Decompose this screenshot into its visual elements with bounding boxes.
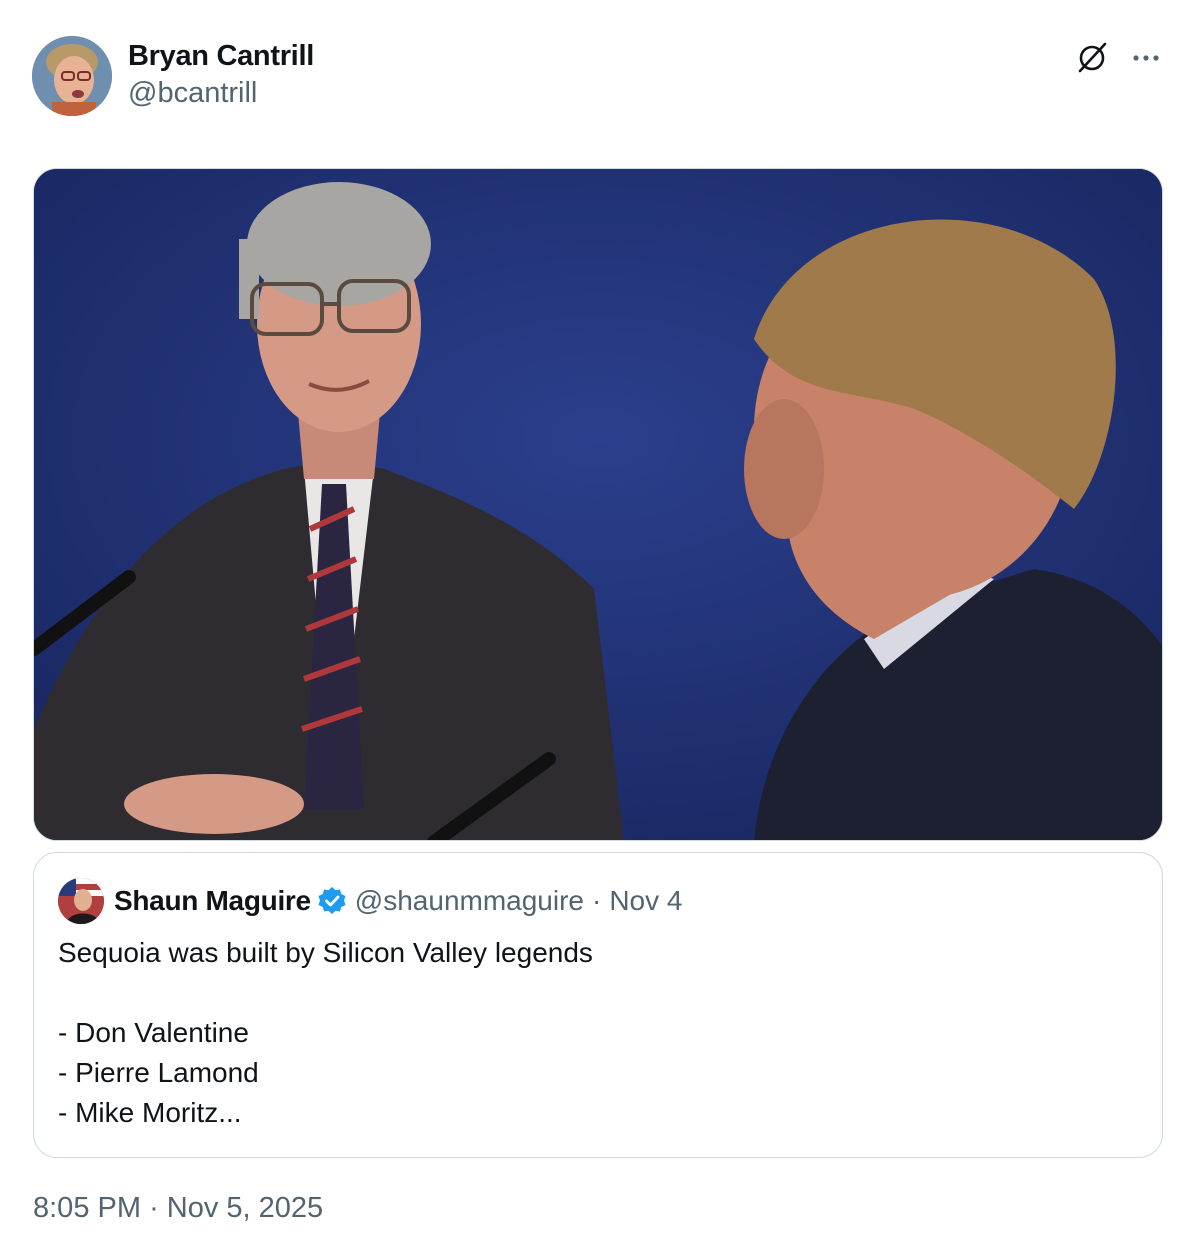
quoted-tweet[interactable]: Shaun Maguire @shaunmmaguire · Nov 4 Seq… — [33, 852, 1163, 1158]
quoted-author-name[interactable]: Shaun Maguire — [114, 885, 311, 917]
tweet-timestamp[interactable]: 8:05 PM · Nov 5, 2025 — [33, 1188, 323, 1228]
author-name[interactable]: Bryan Cantrill — [128, 38, 314, 74]
tweet-time: 8:05 PM — [33, 1192, 141, 1224]
quoted-author-avatar[interactable] — [58, 878, 104, 924]
tweet-media-image[interactable] — [33, 168, 1163, 841]
tweet: Bryan Cantrill @bcantrill Shaun Maguire … — [0, 0, 1195, 1253]
quoted-tweet-text: Sequoia was built by Silicon Valley lege… — [58, 937, 593, 1128]
quoted-author-handle[interactable]: @shaunmmaguire — [355, 885, 584, 917]
quoted-tweet-header: Shaun Maguire @shaunmmaguire · Nov 4 — [58, 877, 682, 925]
grok-icon[interactable] — [1074, 40, 1110, 76]
author-handle[interactable]: @bcantrill — [128, 74, 314, 112]
timestamp-separator: · — [149, 1192, 159, 1224]
verified-badge-icon — [318, 887, 346, 914]
media-photo — [34, 169, 1162, 840]
more-dots-icon[interactable] — [1128, 40, 1164, 76]
quoted-date[interactable]: Nov 4 — [609, 885, 682, 917]
quoted-separator: · — [592, 885, 602, 916]
tweet-date: Nov 5, 2025 — [166, 1192, 324, 1224]
author-avatar[interactable] — [32, 36, 112, 116]
author-info: Bryan Cantrill @bcantrill — [128, 38, 314, 112]
tweet-header: Bryan Cantrill @bcantrill — [32, 36, 1163, 116]
